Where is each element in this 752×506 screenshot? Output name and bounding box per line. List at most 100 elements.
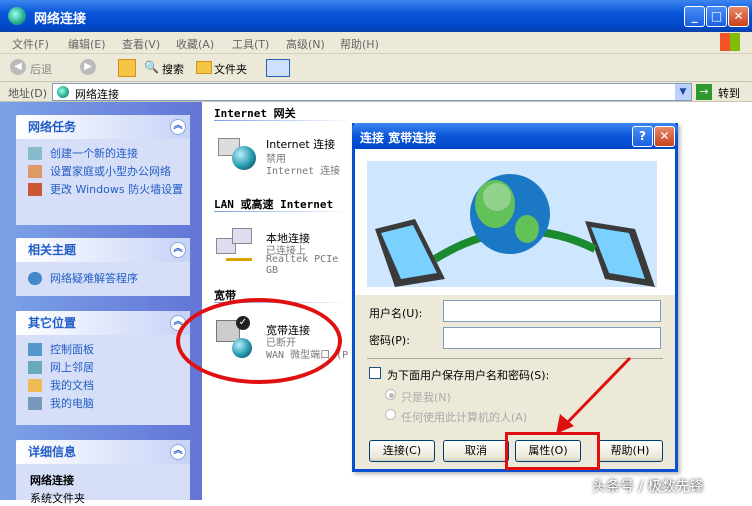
task-label: 设置家庭或小型办公网络 [50,165,171,178]
connection-local[interactable]: 本地连接 已连接上 Realtek PCIe GB [216,220,356,276]
cancel-button[interactable]: 取消 [443,440,509,462]
menu-edit[interactable]: 编辑(E) [68,36,106,52]
menu-bar: 文件(F) 编辑(E) 查看(V) 收藏(A) 工具(T) 高级(N) 帮助(H… [0,32,752,54]
my-computer-icon [28,397,42,410]
details-header[interactable]: 详细信息 ︽ [16,440,190,464]
related-troubleshooter[interactable]: 网络疑难解答程序 [16,272,190,285]
network-icon [8,7,26,25]
views-button[interactable] [266,59,290,77]
search-icon: 🔍 [144,60,159,74]
only-me-label: 只是我(N) [401,391,451,404]
address-bar: 地址(D) 网络连接 ▼ → 转到 [0,82,752,102]
username-label: 用户名(U): [369,307,423,320]
lan-connection-icon [216,226,256,266]
title-bar: 网络连接 _ □ ✕ [0,0,752,32]
username-input[interactable] [443,300,661,322]
window-title: 网络连接 [34,12,87,27]
password-input[interactable] [443,327,661,349]
folders-label: 文件夹 [214,63,247,76]
collapse-icon[interactable]: ︽ [170,242,186,258]
network-tasks-panel: 网络任务 ︽ 创建一个新的连接 设置家庭或小型办公网络 更改 Windows 防火… [16,115,190,225]
up-folder-icon[interactable] [118,59,136,77]
menu-advanced[interactable]: 高级(N) [286,36,325,52]
task-home-network[interactable]: 设置家庭或小型办公网络 [16,165,190,178]
firewall-icon [28,183,42,196]
address-value: 网络连接 [75,88,119,101]
collapse-icon[interactable]: ︽ [170,119,186,135]
address-label: 地址(D) [8,87,48,100]
place-my-computer[interactable]: 我的电脑 [16,397,190,410]
details-title: 详细信息 [28,445,77,459]
connect-dialog: 用户名(U): 密码(P): 为下面用户保存用户名和密码(S): 只是我(N) … [352,123,678,472]
help-button[interactable]: 帮助(H) [597,440,663,462]
help-icon[interactable]: ? [632,126,653,147]
connect-button[interactable]: 连接(C) [369,440,435,462]
place-label: 控制面板 [50,343,94,356]
folders-button[interactable]: 文件夹 [196,59,256,77]
only-me-radio[interactable] [385,389,396,400]
place-label: 我的电脑 [50,397,94,410]
new-connection-icon [28,147,42,160]
collapse-icon[interactable]: ︽ [170,444,186,460]
save-password-checkbox[interactable] [369,367,381,379]
group-lan: LAN 或高速 Internet [214,198,334,211]
network-banner-illustration [367,161,657,287]
place-label: 我的文档 [50,379,94,392]
network-tasks-header[interactable]: 网络任务 ︽ [16,115,190,139]
menu-file[interactable]: 文件(F) [12,36,49,52]
group-divider [214,120,354,121]
close-button[interactable]: ✕ [728,6,749,27]
anyone-radio[interactable] [385,409,396,420]
connection-internet[interactable]: Internet 连接 禁用 Internet 连接 [216,130,356,182]
save-password-label: 为下面用户保存用户名和密码(S): [387,369,550,382]
task-create-connection[interactable]: 创建一个新的连接 [16,147,190,160]
gateway-icon [216,132,258,172]
menu-tools[interactable]: 工具(T) [232,36,269,52]
group-internet-gateway: Internet 网关 [214,107,296,120]
place-label: 网上邻居 [50,361,94,374]
my-documents-icon [28,379,42,392]
back-arrow-icon: ◀ [10,59,26,75]
task-label: 更改 Windows 防火墙设置 [50,183,184,196]
search-button[interactable]: 🔍 搜索 [144,59,188,77]
address-dropdown-button[interactable]: ▼ [675,84,691,100]
menu-favorites[interactable]: 收藏(A) [176,36,214,52]
password-label: 密码(P): [369,334,410,347]
place-network-neighborhood[interactable]: 网上邻居 [16,361,190,374]
connection-device: Realtek PCIe GB [266,254,339,276]
related-topics-title: 相关主题 [28,243,77,257]
back-button[interactable]: ◀ 后退 [10,59,70,77]
other-places-header[interactable]: 其它位置 ︽ [16,311,190,335]
go-arrow-icon: → [696,84,712,100]
watermark: 头条号 / 极数先锋 [592,479,704,495]
dialog-divider [367,358,663,359]
control-panel-icon [28,343,42,356]
dialog-banner [355,149,675,295]
go-label: 转到 [718,87,740,100]
place-my-documents[interactable]: 我的文档 [16,379,190,392]
related-label: 网络疑难解答程序 [50,272,138,285]
network-tasks-title: 网络任务 [28,120,77,134]
related-topics-header[interactable]: 相关主题 ︽ [16,238,190,262]
forward-button[interactable]: ▶ [80,59,96,75]
task-firewall[interactable]: 更改 Windows 防火墙设置 [16,183,190,196]
toolbar: ◀ 后退 ▶ 🔍 搜索 文件夹 [0,54,752,82]
menu-view[interactable]: 查看(V) [122,36,160,52]
annotation-box [505,432,600,470]
menu-help[interactable]: 帮助(H) [340,36,379,52]
network-icon [57,86,69,98]
place-control-panel[interactable]: 控制面板 [16,343,190,356]
other-places-panel: 其它位置 ︽ 控制面板 网上邻居 我的文档 我的电脑 [16,311,190,425]
network-places-icon [28,361,42,374]
annotation-circle [176,298,342,384]
go-button[interactable]: → 转到 [696,83,748,101]
related-topics-panel: 相关主题 ︽ 网络疑难解答程序 [16,238,190,296]
connection-device: Internet 连接 [266,166,341,177]
minimize-button[interactable]: _ [684,6,705,27]
address-input[interactable]: 网络连接 ▼ [52,83,692,101]
search-label: 搜索 [162,63,184,76]
maximize-button[interactable]: □ [706,6,727,27]
dialog-close-button[interactable]: ✕ [654,126,675,147]
anyone-label: 任何使用此计算机的人(A) [401,411,528,424]
other-places-title: 其它位置 [28,316,77,330]
